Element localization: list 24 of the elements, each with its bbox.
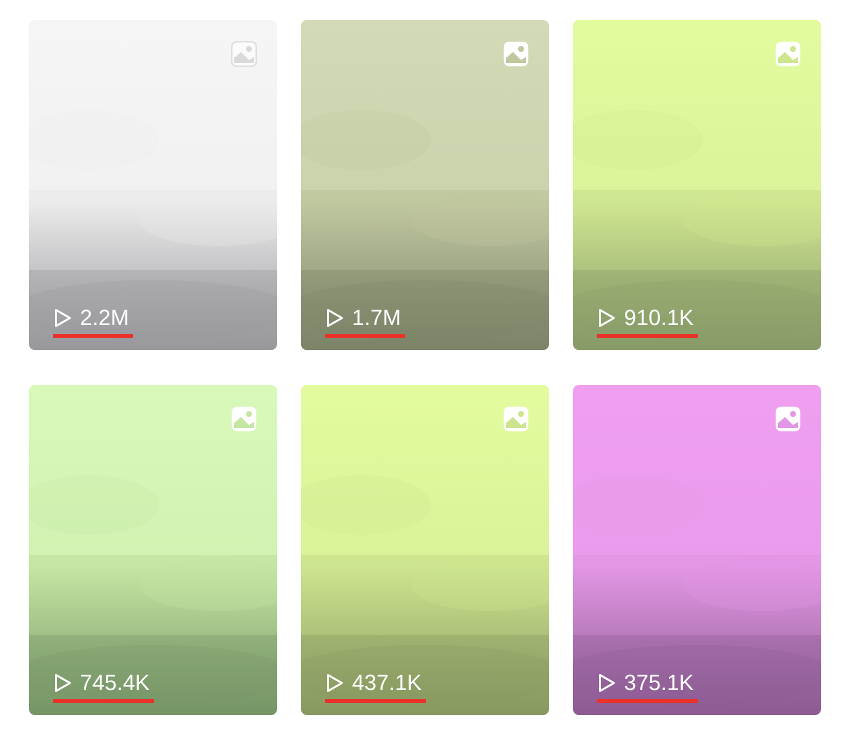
view-count: 437.1K bbox=[352, 670, 422, 696]
image-icon bbox=[231, 41, 257, 67]
video-thumbnail[interactable]: 910.1K bbox=[573, 20, 821, 350]
view-count: 1.7M bbox=[352, 305, 401, 331]
view-count: 2.2M bbox=[80, 305, 129, 331]
image-icon bbox=[231, 406, 257, 432]
play-icon bbox=[598, 673, 616, 693]
video-thumbnail[interactable]: 375.1K bbox=[573, 385, 821, 715]
video-thumbnail[interactable]: 745.4K bbox=[29, 385, 277, 715]
video-thumbnail[interactable]: 2.2M bbox=[29, 20, 277, 350]
image-icon bbox=[503, 406, 529, 432]
play-icon bbox=[326, 673, 344, 693]
image-icon bbox=[775, 41, 801, 67]
play-icon bbox=[598, 308, 616, 328]
video-thumbnail[interactable]: 437.1K bbox=[301, 385, 549, 715]
play-icon bbox=[326, 308, 344, 328]
video-thumbnail[interactable]: 1.7M bbox=[301, 20, 549, 350]
image-icon bbox=[775, 406, 801, 432]
play-icon bbox=[54, 673, 72, 693]
image-icon bbox=[503, 41, 529, 67]
view-count: 910.1K bbox=[624, 305, 694, 331]
play-icon bbox=[54, 308, 72, 328]
view-count: 745.4K bbox=[80, 670, 150, 696]
view-count: 375.1K bbox=[624, 670, 694, 696]
